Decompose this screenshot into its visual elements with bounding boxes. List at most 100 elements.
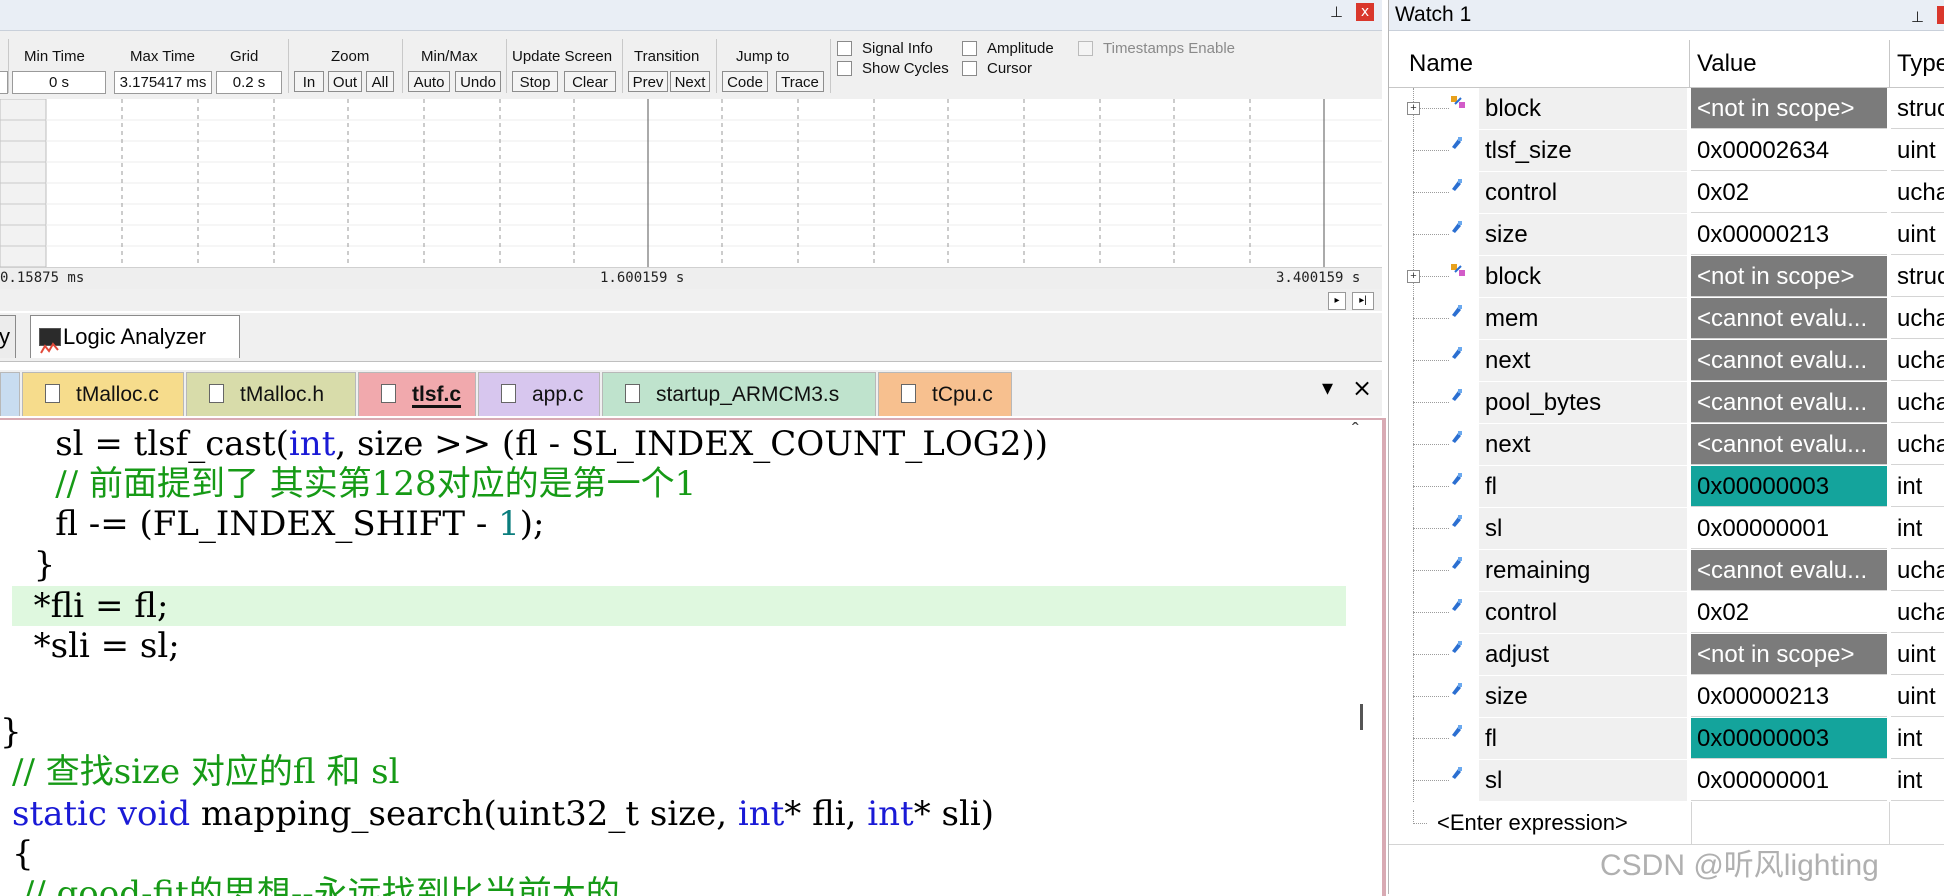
watch-value-cell[interactable]: <cannot evalu... [1691, 424, 1887, 465]
watch-value-cell[interactable]: 0x00000003 [1691, 718, 1887, 759]
watch-row[interactable]: size 0x00000213 uint [1389, 214, 1944, 256]
separator [622, 39, 623, 93]
col-name-header[interactable]: Name [1399, 40, 1690, 87]
watch-row[interactable]: remaining <cannot evalu...uchar [1389, 550, 1944, 592]
watch-value-cell[interactable]: 0x02 [1691, 592, 1887, 633]
file-icon [209, 384, 224, 403]
watch-row[interactable]: sl 0x00000001 int [1389, 760, 1944, 802]
minmax-undo-button[interactable]: Undo [455, 71, 501, 92]
variable-icon [1449, 388, 1462, 401]
watch-name-cell: control [1479, 172, 1687, 214]
expand-icon[interactable]: + [1407, 270, 1420, 283]
watch-value-cell[interactable]: 0x00000001 [1691, 508, 1887, 549]
tab-partial[interactable]: y [0, 315, 16, 358]
watch-value-cell[interactable]: <cannot evalu... [1691, 340, 1887, 381]
watch-row[interactable]: pool_bytes <cannot evalu...uchar [1389, 382, 1944, 424]
watch-value-cell[interactable]: 0x00002634 [1691, 130, 1887, 171]
watch-row[interactable]: next <cannot evalu...uchar [1389, 424, 1944, 466]
watch-value-cell[interactable]: <not in scope> [1691, 634, 1887, 675]
tab-app-c[interactable]: app.c [478, 372, 600, 416]
signal-info-checkbox[interactable] [837, 41, 852, 56]
transition-next-button[interactable]: Next [670, 71, 710, 92]
editor-scroll-thumb[interactable] [1360, 704, 1363, 730]
watch-close-icon[interactable] [1937, 6, 1944, 24]
bottom-panel-tabs: y Logic Analyzer [0, 313, 1382, 362]
tab-partial-file[interactable] [0, 372, 20, 416]
watch-row[interactable]: + block <not in scope>struct [1389, 88, 1944, 130]
watch-value-cell[interactable]: 0x00000001 [1691, 760, 1887, 801]
jump-trace-button[interactable]: Trace [776, 71, 824, 92]
variable-icon [1449, 556, 1462, 569]
variable-icon [1449, 178, 1462, 191]
watch-pin-icon[interactable]: ⊥ [1911, 3, 1924, 33]
amplitude-checkbox[interactable] [962, 41, 977, 56]
col-value-header[interactable]: Value [1691, 40, 1890, 87]
col-name-label: Name [1409, 50, 1474, 77]
grid-value: 0.2 s [216, 71, 282, 94]
watch-value-cell[interactable]: <cannot evalu... [1691, 550, 1887, 591]
scroll-up-icon[interactable]: ˆ [1352, 420, 1359, 443]
watch-value-cell[interactable]: <cannot evalu... [1691, 298, 1887, 339]
col-type-header[interactable]: Type [1891, 40, 1944, 87]
watch-name-cell: block [1479, 88, 1687, 130]
watch-row[interactable]: + block <not in scope>struct [1389, 256, 1944, 298]
tab-tmalloc-c[interactable]: tMalloc.c [22, 372, 184, 416]
scroll-right-icon[interactable]: ▸ [1328, 292, 1346, 310]
code-editor[interactable]: sl = tlsf_cast(int, size >> (fl - SL_IND… [0, 418, 1386, 896]
close-icon[interactable]: x [1356, 3, 1374, 21]
tab-tcpu-c[interactable]: tCpu.c [878, 372, 1012, 416]
watch-row[interactable]: size 0x00000213 uint [1389, 676, 1944, 718]
watch-name: control [1485, 599, 1558, 626]
watch-value-cell[interactable]: <cannot evalu... [1691, 382, 1887, 423]
tab-tmalloc-h[interactable]: tMalloc.h [186, 372, 356, 416]
tab-startup-armcm3-s[interactable]: startup_ARMCM3.s [602, 372, 876, 416]
watch-row[interactable]: adjust <not in scope> uint [1389, 634, 1944, 676]
tree-line [1413, 340, 1415, 382]
watch-name: fl [1485, 725, 1497, 752]
expand-icon[interactable]: + [1407, 102, 1420, 115]
pin-icon[interactable]: ⊥ [1330, 3, 1343, 21]
tab-logic-analyzer[interactable]: Logic Analyzer [30, 315, 240, 358]
watch-value-cell[interactable]: <not in scope> [1691, 88, 1887, 129]
update-screen-label: Update Screen [512, 48, 613, 65]
watch-row[interactable]: mem <cannot evalu...uchar [1389, 298, 1944, 340]
zoom-out-button[interactable]: Out [328, 71, 362, 92]
enter-expression-row[interactable]: <Enter expression> [1389, 802, 1944, 845]
jump-code-button[interactable]: Code [722, 71, 768, 92]
zoom-in-button[interactable]: In [294, 71, 324, 92]
watch-value-cell[interactable]: <not in scope> [1691, 256, 1887, 297]
watch-row[interactable]: fl 0x00000003 int [1389, 466, 1944, 508]
show-cycles-checkbox[interactable] [837, 61, 852, 76]
watch-type-cell: uchar [1891, 592, 1944, 633]
watch-value-cell[interactable]: 0x00000003 [1691, 466, 1887, 507]
watch-row[interactable]: tlsf_size 0x00002634 uint [1389, 130, 1944, 172]
transition-prev-button[interactable]: Prev [628, 71, 668, 92]
update-stop-button[interactable]: Stop [512, 71, 558, 92]
watch-type-cell: uchar [1891, 382, 1944, 423]
scroll-end-icon[interactable]: ▸| [1352, 292, 1374, 310]
col-value-label: Value [1697, 50, 1757, 77]
timestamps-label: Timestamps Enable [1103, 40, 1235, 57]
signal-grid[interactable] [0, 98, 1382, 268]
variable-icon [1449, 724, 1462, 737]
watch-value-cell[interactable]: 0x00000213 [1691, 214, 1887, 255]
update-clear-button[interactable]: Clear [564, 71, 616, 92]
cursor-checkbox[interactable] [962, 61, 977, 76]
minmax-auto-button[interactable]: Auto [408, 71, 450, 92]
watch-row[interactable]: sl 0x00000001 int [1389, 508, 1944, 550]
watch-value-cell[interactable]: 0x00000213 [1691, 676, 1887, 717]
tree-line [1413, 382, 1415, 424]
tree-line [1413, 760, 1415, 802]
tab-tlsf-c[interactable]: tlsf.c [358, 372, 476, 416]
watch-row[interactable]: next <cannot evalu...uchar [1389, 340, 1944, 382]
zoom-all-button[interactable]: All [366, 71, 394, 92]
watch-row[interactable]: fl 0x00000003 int [1389, 718, 1944, 760]
tab-dropdown-icon[interactable]: ▾ [1322, 376, 1333, 401]
watch-value-cell[interactable]: 0x02 [1691, 172, 1887, 213]
horizontal-scrollbar[interactable]: ▸ ▸| [0, 289, 1382, 311]
timestamps-checkbox[interactable] [1078, 41, 1093, 56]
watch-row[interactable]: control 0x02uchar [1389, 172, 1944, 214]
tab-close-icon[interactable]: × [1352, 374, 1372, 402]
watch-row[interactable]: control 0x02uchar [1389, 592, 1944, 634]
watch-type-cell: int [1891, 466, 1944, 507]
